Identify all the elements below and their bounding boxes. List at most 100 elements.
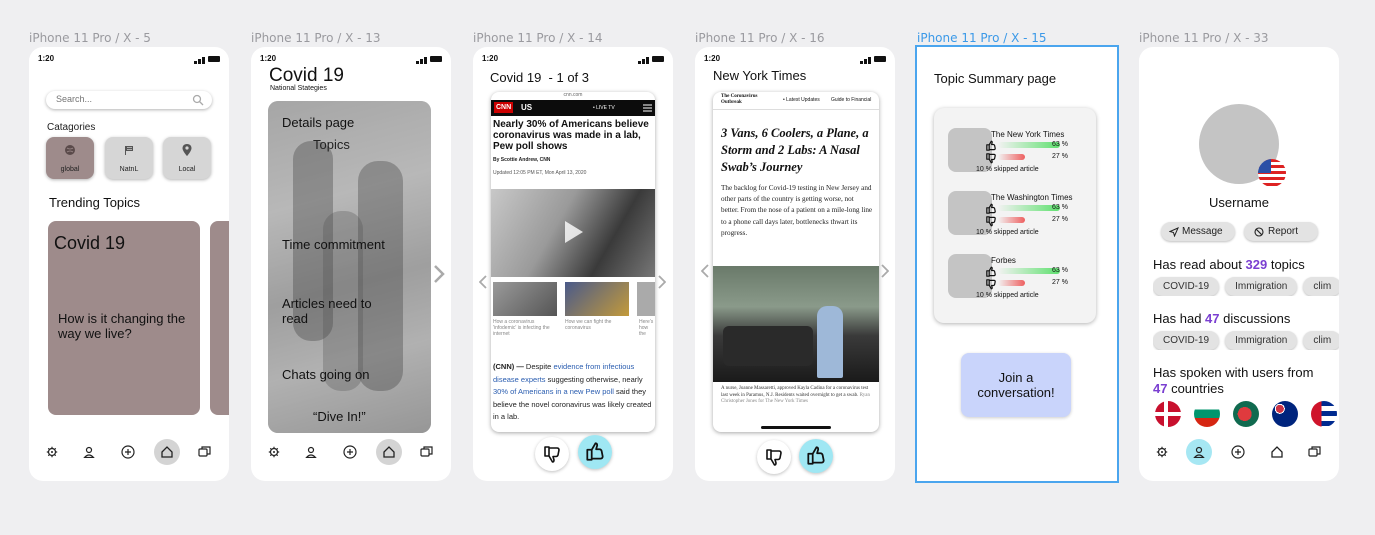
source-name: Forbes (991, 256, 1016, 265)
country-flags (1155, 401, 1339, 427)
bottom-nav (261, 439, 441, 467)
tag-pill[interactable]: Immigration (1225, 331, 1298, 350)
chevron-right-icon[interactable] (433, 264, 445, 284)
status-time: 1:20 (260, 54, 277, 63)
send-icon (1169, 227, 1179, 237)
live-tv-link[interactable]: • LIVE TV (593, 105, 615, 111)
category-label: global (60, 166, 80, 173)
trending-card[interactable]: Covid 19 How is it changing the way we l… (48, 221, 200, 415)
read-tags: COVID-19 Immigration clim (1153, 276, 1339, 296)
frame-label: iPhone 11 Pro / X - 33 (1139, 31, 1269, 45)
source-row[interactable]: The New York Times 63 % 27 % 10 % skipped a… (934, 128, 1096, 188)
phone-topic: 1:20 Covid 19 National Stategies Details… (251, 47, 451, 481)
category-global[interactable]: global (46, 137, 94, 179)
category-national[interactable]: NatnL (105, 137, 153, 179)
thumbs-up-button[interactable] (578, 435, 612, 469)
search-input[interactable] (56, 94, 176, 104)
home-indicator (761, 426, 831, 429)
nav-add[interactable] (115, 439, 141, 465)
nav-settings[interactable] (39, 439, 65, 465)
article-video[interactable] (491, 189, 655, 277)
article-byline: By Scottie Andrew, CNN (493, 157, 551, 163)
article-counter: Covid 19 - 1 of 3 (490, 70, 589, 85)
related-thumb[interactable] (637, 282, 655, 316)
join-conversation-button[interactable]: Join a conversation! (961, 353, 1071, 417)
us-flag-icon (1258, 159, 1286, 187)
trending-card-next[interactable] (210, 221, 229, 415)
articles-label: Articles need to read (282, 296, 372, 326)
guide-link[interactable]: Guide to Financial (831, 97, 871, 103)
article-body-lead: (CNN) — (493, 362, 524, 371)
join-label-line1: Join a (998, 370, 1034, 385)
nav-settings[interactable] (1149, 439, 1175, 465)
chevron-left-icon[interactable] (701, 264, 709, 278)
nav-home[interactable] (154, 439, 180, 465)
chevron-left-icon[interactable] (479, 275, 487, 289)
thumbs-down-button[interactable] (757, 440, 791, 474)
message-button[interactable]: Message (1161, 222, 1235, 241)
chat-icon (197, 446, 211, 457)
tag-pill[interactable]: COVID-19 (1153, 277, 1220, 296)
source-name: The New York Times (991, 130, 1065, 139)
source-row[interactable]: The Washington Times 63 % 27 % 10 % skipped… (934, 191, 1096, 251)
frame-label: iPhone 11 Pro / X - 14 (473, 31, 603, 45)
latest-updates-link[interactable]: • Latest Updates (783, 97, 820, 103)
nav-add[interactable] (337, 439, 363, 465)
message-label: Message (1182, 226, 1223, 237)
nav-profile[interactable] (298, 439, 324, 465)
search-bar[interactable] (46, 91, 212, 109)
tag-pill[interactable]: Immigration (1225, 277, 1298, 296)
dive-in-label[interactable]: “Dive In!” (313, 409, 366, 424)
nav-add[interactable] (1225, 439, 1251, 465)
nav-chat[interactable] (1301, 439, 1327, 465)
thumbs-down-icon (544, 446, 560, 463)
article-headline: 3 Vans, 6 Coolers, a Plane, a Storm and … (721, 126, 869, 174)
nav-chat[interactable] (191, 439, 217, 465)
nyt-article-card[interactable]: The Coronavirus Outbreak • Latest Update… (713, 92, 879, 432)
nav-chat[interactable] (413, 439, 439, 465)
nav-profile[interactable] (76, 439, 102, 465)
countries-stat: Has spoken with users from 47 countries (1153, 365, 1339, 397)
status-time: 1:20 (482, 54, 499, 63)
stat-text: countries (1167, 381, 1224, 396)
tag-pill[interactable]: clim (1303, 331, 1339, 350)
upvote-bar (998, 142, 1060, 148)
report-label: Report (1268, 226, 1299, 237)
article-body-text: suggesting otherwise, nearly (545, 374, 643, 384)
status-bar: 1:20 (482, 54, 664, 66)
article-body-link[interactable]: 30% of Americans in a new Pew poll (493, 387, 614, 396)
chevron-right-icon[interactable] (881, 264, 889, 278)
downvote-percent: 27 % (1052, 216, 1068, 223)
bottom-nav (1149, 439, 1329, 467)
location-pin-icon (182, 144, 192, 156)
tag-pill[interactable]: COVID-19 (1153, 331, 1220, 350)
thumbs-up-button[interactable] (799, 439, 833, 473)
downvote-bar (998, 217, 1025, 223)
thumbs-up-icon (807, 446, 825, 465)
australia-flag-icon (1272, 401, 1298, 427)
nav-settings[interactable] (261, 439, 287, 465)
thumbs-down-icon (766, 449, 782, 466)
tag-pill[interactable]: clim (1303, 277, 1339, 296)
related-thumb[interactable] (493, 282, 557, 316)
menu-icon[interactable] (643, 104, 652, 112)
read-stat: Has read about 329 topics (1153, 257, 1305, 272)
denmark-flag-icon (1155, 401, 1181, 427)
status-bar: 1:20 (704, 54, 886, 66)
stat-text: topics (1267, 257, 1305, 272)
phone-topic-summary: Topic Summary page The New York Times 63 … (915, 45, 1119, 483)
source-row[interactable]: Forbes 63 % 27 % 10 % skipped article (934, 254, 1096, 314)
chevron-right-icon[interactable] (658, 275, 666, 289)
user-icon (1193, 446, 1205, 458)
category-local[interactable]: Local (163, 137, 211, 179)
phone-home: 1:20 Catagories global NatnL Local Trend… (29, 47, 229, 481)
thumbs-down-button[interactable] (535, 437, 569, 471)
related-thumb[interactable] (565, 282, 629, 316)
thumbs-down-icon (986, 279, 996, 290)
nav-home[interactable] (376, 439, 402, 465)
photo-caption: A nurse, Joanne Massaretti, approved Kay… (721, 386, 873, 406)
nav-profile[interactable] (1186, 439, 1212, 465)
cnn-article-card[interactable]: cnn.com CNN US • LIVE TV Nearly 30% of A… (491, 92, 655, 432)
report-button[interactable]: Report (1244, 222, 1318, 241)
nav-home[interactable] (1264, 439, 1290, 465)
